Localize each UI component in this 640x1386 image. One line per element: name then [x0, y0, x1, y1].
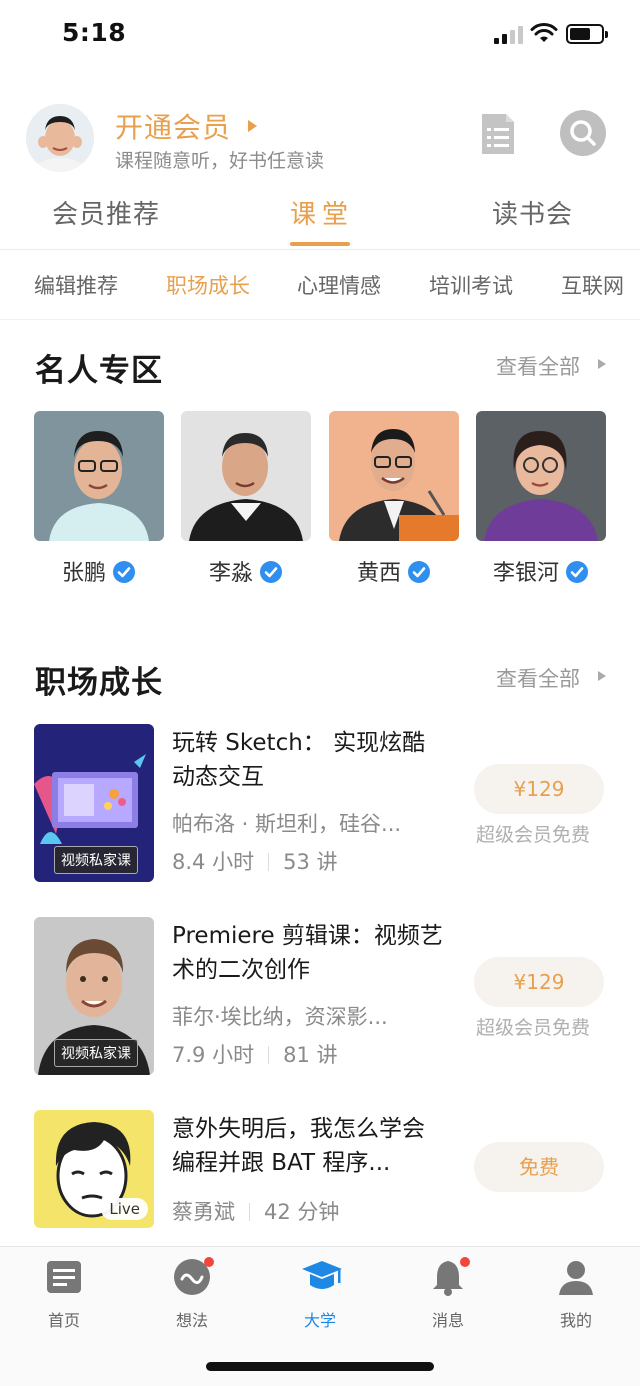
category-editor-picks[interactable]: 编辑推荐 — [34, 270, 118, 300]
career-view-all-link[interactable]: 查看全部 — [496, 663, 580, 693]
celebrity-photo — [181, 411, 311, 541]
home-doc-icon — [44, 1257, 84, 1297]
document-list-icon[interactable] — [478, 112, 518, 156]
price-note: 超级会员免费 — [476, 824, 591, 846]
course-author: 菲尔·埃比纳，资深影... — [172, 1005, 388, 1029]
ideas-icon — [172, 1257, 214, 1297]
vip-subtitle: 课程随意听，好书任意读 — [115, 150, 325, 172]
nav-label: 大学 — [303, 1311, 336, 1330]
course-duration: 7.9 小时 — [172, 1043, 255, 1067]
celebrity-name: 张鹏 — [61, 561, 106, 586]
career-section-title: 职场成长 — [35, 665, 163, 701]
course-meta: 蔡勇斌 42 分钟 — [172, 1196, 339, 1226]
home-indicator[interactable] — [206, 1362, 434, 1371]
tab-classroom[interactable]: 课堂 — [290, 194, 354, 231]
live-badge: Live — [101, 1198, 148, 1220]
celebrity-card[interactable]: 张鹏 — [34, 411, 164, 586]
signal-icon — [494, 26, 524, 44]
course-thumbnail: Live — [34, 1110, 154, 1228]
course-type-tag: 视频私家课 — [54, 846, 138, 874]
course-meta: 7.9 小时 81 讲 — [172, 1039, 337, 1069]
notification-dot — [204, 1257, 214, 1267]
celebrity-photo — [329, 411, 459, 541]
course-duration: 42 分钟 — [264, 1200, 340, 1224]
verified-icon — [566, 561, 588, 583]
nav-profile[interactable]: 我的 — [536, 1257, 616, 1331]
search-icon[interactable] — [560, 110, 606, 156]
course-lessons: 81 讲 — [283, 1043, 338, 1067]
graduation-cap-icon — [300, 1257, 342, 1297]
user-icon — [556, 1257, 596, 1297]
verified-icon — [113, 561, 135, 583]
course-thumbnail: 视频私家课 — [34, 724, 154, 882]
celebrity-card[interactable]: 黄西 — [329, 411, 459, 586]
course-type-tag: 视频私家课 — [54, 1039, 138, 1067]
battery-icon — [566, 24, 608, 44]
celebrity-photo — [476, 411, 606, 541]
chevron-right-icon — [598, 359, 606, 369]
celebrity-name: 李淼 — [208, 561, 253, 586]
price-button[interactable]: ¥129 — [474, 764, 604, 814]
celebrity-card[interactable]: 李淼 — [181, 411, 311, 586]
category-psychology[interactable]: 心理情感 — [297, 270, 381, 300]
verified-icon — [260, 561, 282, 583]
nav-label: 首页 — [47, 1311, 80, 1330]
celebrity-name: 李银河 — [492, 561, 559, 586]
free-button[interactable]: 免费 — [474, 1142, 604, 1192]
user-avatar[interactable] — [26, 104, 94, 172]
category-training-exams[interactable]: 培训考试 — [429, 270, 513, 300]
bell-icon — [428, 1257, 470, 1297]
vip-title-link[interactable]: 开通会员 — [115, 106, 231, 146]
course-duration: 8.4 小时 — [172, 850, 255, 874]
nav-university[interactable]: 大学 — [280, 1257, 360, 1331]
celebrity-photo — [34, 411, 164, 541]
nav-home[interactable]: 首页 — [24, 1257, 104, 1331]
nav-label: 想法 — [175, 1311, 208, 1330]
course-meta: 8.4 小时 53 讲 — [172, 846, 337, 876]
category-internet[interactable]: 互联网 — [561, 270, 624, 300]
course-title: 玩转 Sketch： 实现炫酷动态交互 — [172, 730, 426, 790]
course-lessons: 53 讲 — [283, 850, 338, 874]
nav-label: 我的 — [559, 1311, 592, 1330]
vip-arrow-icon — [248, 120, 257, 132]
wifi-icon — [530, 23, 558, 42]
category-career-growth[interactable]: 职场成长 — [166, 270, 250, 300]
status-bar: 5:18 — [0, 0, 640, 70]
nav-ideas[interactable]: 想法 — [152, 1257, 232, 1331]
course-author: 蔡勇斌 — [172, 1200, 235, 1224]
price-note: 超级会员免费 — [476, 1017, 591, 1039]
nav-label: 消息 — [431, 1311, 464, 1330]
nav-messages[interactable]: 消息 — [408, 1257, 488, 1331]
course-item[interactable]: 视频私家课 玩转 Sketch： 实现炫酷动态交互 帕布洛 · 斯坦利，硅谷..… — [0, 724, 640, 884]
course-item[interactable]: 视频私家课 Premiere 剪辑课：视频艺术的二次创作 菲尔·埃比纳，资深影.… — [0, 917, 640, 1077]
chevron-right-icon — [598, 671, 606, 681]
tab-active-indicator — [290, 242, 350, 246]
tab-member-recommend[interactable]: 会员推荐 — [52, 194, 160, 231]
celebrity-name: 黄西 — [356, 561, 401, 586]
celebrity-section-title: 名人专区 — [35, 353, 163, 389]
top-tabs: 会员推荐 课堂 读书会 — [0, 190, 640, 250]
course-thumbnail: 视频私家课 — [34, 917, 154, 1075]
celebrity-view-all-link[interactable]: 查看全部 — [496, 351, 580, 381]
notification-dot — [460, 1257, 470, 1267]
celebrity-card[interactable]: 李银河 — [476, 411, 606, 586]
category-bar: 编辑推荐 职场成长 心理情感 培训考试 互联网 — [0, 252, 640, 320]
course-author: 帕布洛 · 斯坦利，硅谷... — [172, 812, 402, 836]
price-button[interactable]: ¥129 — [474, 957, 604, 1007]
status-time: 5:18 — [62, 18, 127, 47]
tab-book-club[interactable]: 读书会 — [492, 194, 573, 231]
course-title: 意外失明后，我怎么学会编程并跟 BAT 程序... — [172, 1116, 425, 1176]
course-title: Premiere 剪辑课：视频艺术的二次创作 — [172, 923, 443, 983]
verified-icon — [408, 561, 430, 583]
